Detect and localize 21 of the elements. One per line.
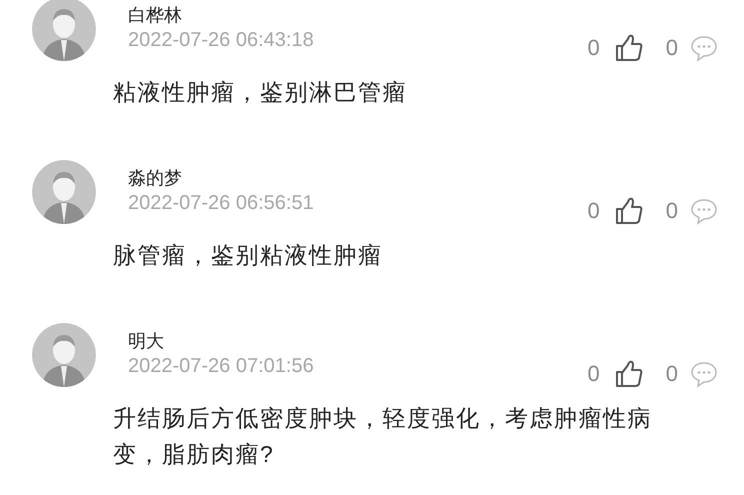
avatar-icon	[32, 323, 96, 387]
like-count: 0	[588, 360, 600, 388]
comment-text: 升结肠后方低密度肿块，轻度强化，考虑肿瘤性病变，脂肪肉瘤?	[113, 404, 653, 469]
comment-text: 脉管瘤，鉴别粘液性肿瘤	[113, 241, 384, 270]
avatar-icon	[32, 160, 96, 224]
reply-count: 0	[666, 360, 678, 388]
comment-timestamp: 2022-07-26 06:43:18	[128, 28, 314, 53]
comment-timestamp: 2022-07-26 06:56:51	[128, 191, 314, 216]
comment-text: 粘液性肿瘤，鉴别淋巴管瘤	[113, 78, 408, 107]
reply-count: 0	[666, 197, 678, 225]
commenter-name: 淼的梦	[128, 167, 182, 190]
commenter-name: 明大	[128, 330, 164, 353]
thumb-up-icon[interactable]	[614, 196, 644, 226]
reply-count: 0	[666, 34, 678, 62]
commenter-name: 白桦林	[128, 4, 182, 27]
thumb-up-icon[interactable]	[614, 359, 644, 389]
comment-timestamp: 2022-07-26 07:01:56	[128, 354, 314, 379]
thumb-up-icon[interactable]	[614, 33, 644, 63]
like-count: 0	[588, 34, 600, 62]
like-count: 0	[588, 197, 600, 225]
avatar-icon	[32, 0, 96, 61]
